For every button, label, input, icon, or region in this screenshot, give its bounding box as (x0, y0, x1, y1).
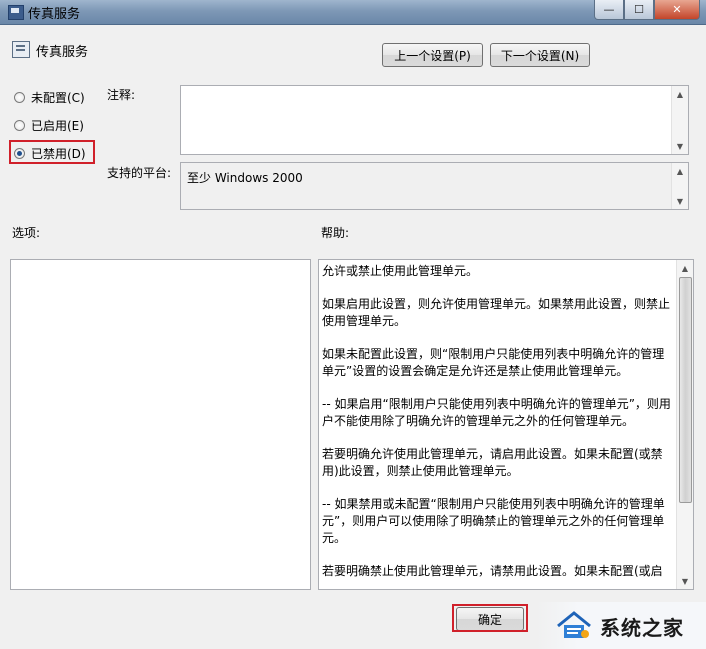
help-paragraph: 若要明确禁止使用此管理单元，请禁用此设置。如果未配置(或启 (322, 564, 663, 578)
help-paragraph: 如果未配置此设置，则“限制用户只能使用列表中明确允许的管理单元”设置的设置会确定… (322, 347, 665, 378)
help-paragraph: -- 如果禁用或未配置“限制用户只能使用列表中明确允许的管理单元”，则用户可以使… (322, 497, 665, 545)
platform-field: 至少 Windows 2000 ▲ ▼ (180, 162, 689, 210)
comment-label: 注释: (107, 88, 136, 102)
radio-enabled-label: 已启用(E) (31, 119, 84, 133)
help-panel[interactable]: 允许或禁止使用此管理单元。 如果启用此设置，则允许使用管理单元。如果禁用此设置，… (318, 259, 694, 590)
help-label: 帮助: (321, 226, 350, 240)
setting-name: 传真服务 (36, 45, 89, 60)
logo-house-icon (557, 611, 591, 638)
scroll-down-arrow-icon[interactable]: ▼ (672, 138, 688, 154)
scroll-down-arrow-icon[interactable]: ▼ (677, 573, 693, 589)
title-bar[interactable]: 传真服务 — ☐ ✕ (0, 0, 706, 25)
help-scrollbar[interactable]: ▲ ▼ (676, 260, 693, 589)
help-text: 允许或禁止使用此管理单元。 如果启用此设置，则允许使用管理单元。如果禁用此设置，… (322, 263, 672, 589)
window-app-icon (8, 5, 24, 20)
selected-option-highlight (9, 140, 95, 164)
window-controls: — ☐ ✕ (594, 0, 700, 20)
maximize-button[interactable]: ☐ (624, 0, 654, 20)
help-paragraph: -- 如果启用“限制用户只能使用列表中明确允许的管理单元”，则用户不能使用除了明… (322, 397, 671, 428)
radio-enabled-indicator[interactable] (14, 120, 25, 131)
help-scroll-thumb[interactable] (679, 277, 692, 503)
help-paragraph: 若要明确允许使用此管理单元，请启用此设置。如果未配置(或禁用)此设置，则禁止使用… (322, 447, 663, 478)
ok-button-highlight (452, 604, 528, 632)
radio-not-configured-indicator[interactable] (14, 92, 25, 103)
help-paragraph: 如果启用此设置，则允许使用管理单元。如果禁用此设置，则禁止使用管理单元。 (322, 297, 671, 328)
radio-enabled[interactable]: 已启用(E) (14, 117, 84, 134)
comment-scrollbar[interactable]: ▲ ▼ (671, 86, 688, 154)
watermark-text: 系统之家 (600, 616, 684, 640)
options-label: 选项: (12, 226, 41, 240)
platform-scrollbar[interactable]: ▲ ▼ (671, 163, 688, 209)
window-title: 传真服务 (28, 7, 81, 22)
previous-setting-button[interactable]: 上一个设置(P) (382, 43, 483, 67)
watermark-logo: 系统之家 (536, 602, 706, 649)
next-setting-button[interactable]: 下一个设置(N) (490, 43, 590, 67)
policy-setting-icon (12, 41, 30, 58)
policy-dialog-window: 传真服务 — ☐ ✕ 传真服务 上一个设置(P) 下一个设置(N) 未配置(C)… (0, 0, 706, 649)
platform-value: 至少 Windows 2000 (187, 171, 303, 185)
scroll-up-arrow-icon[interactable]: ▲ (677, 260, 693, 276)
help-paragraph: 允许或禁止使用此管理单元。 (322, 264, 479, 278)
radio-not-configured-label: 未配置(C) (31, 91, 85, 105)
comment-textarea[interactable]: ▲ ▼ (180, 85, 689, 155)
close-button[interactable]: ✕ (654, 0, 700, 20)
scroll-up-arrow-icon[interactable]: ▲ (672, 163, 688, 179)
options-panel (10, 259, 311, 590)
radio-not-configured[interactable]: 未配置(C) (14, 89, 85, 106)
scroll-up-arrow-icon[interactable]: ▲ (672, 86, 688, 102)
scroll-down-arrow-icon[interactable]: ▼ (672, 193, 688, 209)
platform-label: 支持的平台: (107, 166, 172, 180)
minimize-button[interactable]: — (594, 0, 624, 20)
